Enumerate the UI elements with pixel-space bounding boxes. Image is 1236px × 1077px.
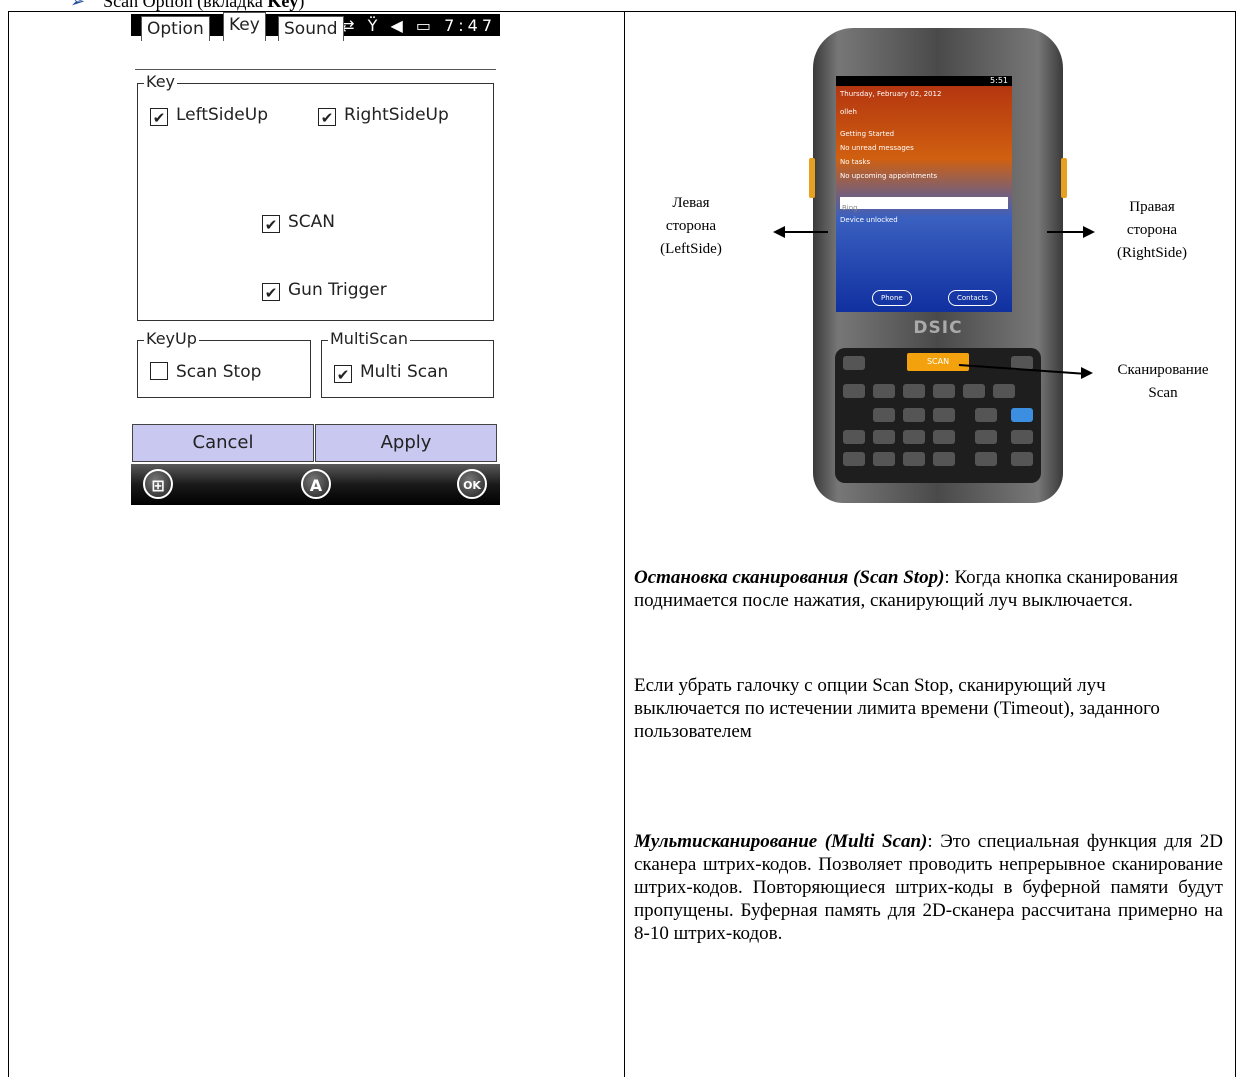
column-divider (624, 12, 625, 1077)
tab-sound[interactable]: Sound (278, 16, 344, 41)
device-illustration: 5:51 Thursday, February 02, 2012 ollеh G… (809, 28, 1067, 503)
tab-option[interactable]: Option (141, 16, 210, 41)
right-side-label: Правая сторона (RightSide) (1117, 199, 1187, 261)
scan-option-screen: 12 ⇄ Ÿ ◀ ▭ 7:47 Option Key Sound Key ✔Le… (131, 12, 500, 505)
ok-icon[interactable]: OK (457, 469, 487, 499)
clock[interactable]: 7:47 (444, 16, 496, 35)
brand-logo: DSIC (913, 318, 963, 338)
input-panel-icon[interactable]: A (301, 469, 331, 499)
key-group-label: Key (144, 72, 178, 91)
tab-key[interactable]: Key (223, 12, 266, 41)
multi-scan-paragraph: Мультисканирование (Multi Scan): Это спе… (634, 831, 1223, 944)
scan-stop-off-paragraph: Если убрать галочку с опции Scan Stop, с… (634, 675, 1160, 742)
checkmark-icon: ✔ (262, 283, 280, 302)
scan-label: Сканирование Scan (1117, 362, 1209, 401)
scan-key: SCAN (907, 353, 969, 371)
multiscan-group: MultiScan ✔ Multi Scan (321, 330, 494, 398)
start-icon[interactable]: ⊞ (143, 469, 173, 499)
keyup-group: KeyUp Scan Stop (137, 330, 311, 398)
multi-scan-checkbox[interactable]: ✔ Multi Scan (334, 362, 448, 384)
checkmark-icon: ✔ (334, 365, 352, 384)
content-table: 12 ⇄ Ÿ ◀ ▭ 7:47 Option Key Sound Key ✔Le… (8, 11, 1236, 1077)
scan-checkbox[interactable]: ✔ SCAN (262, 212, 335, 234)
right-arrow (1047, 231, 1083, 233)
device-screen: 5:51 Thursday, February 02, 2012 ollеh G… (836, 76, 1012, 312)
scan-stop-paragraph: Остановка сканирования (Scan Stop): Когд… (634, 567, 1178, 611)
key-group: Key ✔ LeftSideUp ✔ RightSideUp ✔ SCAN ✔ Gun … (137, 73, 494, 321)
soft-key-bar: ⊞ A OK (131, 464, 500, 505)
left-arrow (784, 231, 828, 233)
right-side-up-checkbox[interactable]: ✔ RightSideUp (318, 105, 449, 127)
apply-button[interactable]: Apply (315, 424, 497, 462)
checkmark-icon: ✔ (318, 108, 336, 127)
right-side-button (1061, 158, 1067, 198)
scan-stop-checkbox[interactable]: Scan Stop (150, 362, 261, 382)
cancel-button[interactable]: Cancel (132, 424, 314, 462)
left-side-up-checkbox[interactable]: ✔ LeftSideUp (150, 105, 268, 127)
gun-trigger-checkbox[interactable]: ✔ Gun Trigger (262, 280, 387, 302)
left-side-label: Левая сторона (LeftSide) (660, 195, 722, 257)
checkmark-icon: ✔ (262, 215, 280, 234)
checkmark-icon: ✔ (150, 108, 168, 127)
status-icons[interactable]: ⇄ Ÿ ◀ ▭ (341, 16, 435, 35)
left-side-button (809, 158, 815, 198)
